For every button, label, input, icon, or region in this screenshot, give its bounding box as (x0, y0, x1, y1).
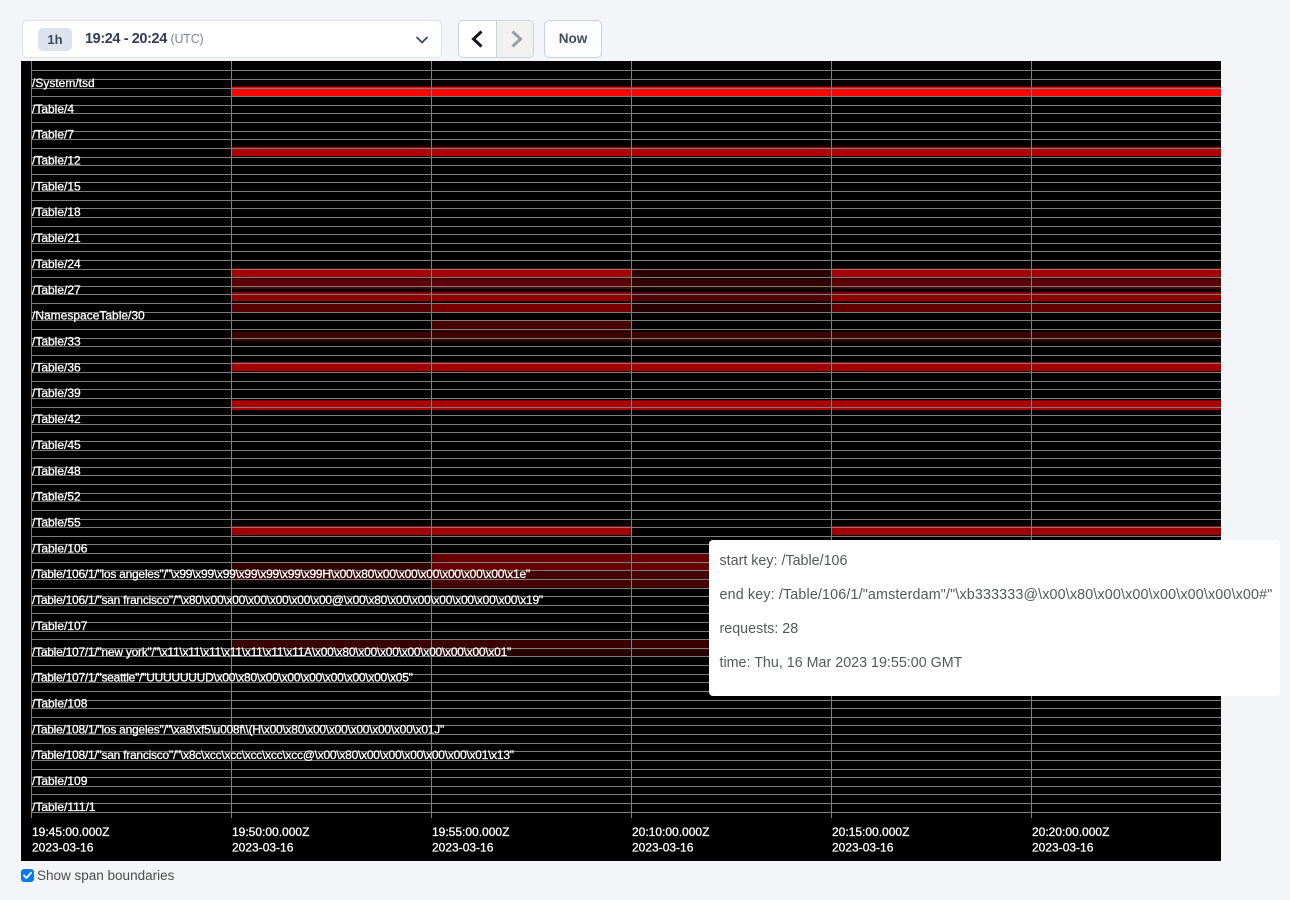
svg-text:/Table/45: /Table/45 (32, 438, 81, 452)
svg-text:/Table/111/1: /Table/111/1 (32, 800, 96, 814)
svg-text:20:15:00.000Z: 20:15:00.000Z (832, 825, 909, 839)
svg-text:/Table/12: /Table/12 (32, 154, 81, 168)
svg-text:/Table/107/1/"seattle"/"UUUUUU: /Table/107/1/"seattle"/"UUUUUUUD\x00\x80… (32, 671, 413, 685)
svg-text:19:50:00.000Z: 19:50:00.000Z (232, 825, 309, 839)
svg-text:/Table/109: /Table/109 (32, 774, 88, 788)
svg-text:/Table/108/1/"san francisco"/": /Table/108/1/"san francisco"/"\x8c\xcc\x… (32, 748, 514, 762)
svg-text:19:45:00.000Z: 19:45:00.000Z (32, 825, 109, 839)
svg-text:/Table/24: /Table/24 (32, 257, 81, 271)
svg-text:20:20:00.000Z: 20:20:00.000Z (1032, 825, 1109, 839)
svg-text:/Table/39: /Table/39 (32, 386, 81, 400)
svg-text:/Table/107: /Table/107 (32, 619, 88, 633)
svg-text:/Table/108/1/"los angeles"/"\x: /Table/108/1/"los angeles"/"\xa8\xf5\u00… (32, 722, 444, 736)
svg-text:2023-03-16: 2023-03-16 (432, 840, 494, 854)
svg-text:/Table/21: /Table/21 (32, 231, 81, 245)
svg-text:/Table/106: /Table/106 (32, 541, 88, 555)
svg-text:/Table/4: /Table/4 (32, 102, 74, 116)
svg-text:/Table/106/1/"los angeles"/"\x: /Table/106/1/"los angeles"/"\x99\x99\x99… (32, 567, 530, 581)
svg-text:/System/tsd: /System/tsd (32, 76, 95, 90)
svg-text:2023-03-16: 2023-03-16 (832, 840, 894, 854)
svg-text:/Table/18: /Table/18 (32, 205, 81, 219)
svg-text:2023-03-16: 2023-03-16 (232, 840, 294, 854)
svg-text:/Table/33: /Table/33 (32, 335, 81, 349)
svg-text:/Table/36: /Table/36 (32, 360, 81, 374)
svg-text:/Table/42: /Table/42 (32, 412, 81, 426)
svg-text:/Table/15: /Table/15 (32, 179, 81, 193)
svg-text:/Table/55: /Table/55 (32, 516, 81, 530)
svg-text:19:55:00.000Z: 19:55:00.000Z (432, 825, 509, 839)
svg-text:2023-03-16: 2023-03-16 (32, 840, 94, 854)
svg-text:/Table/106/1/"san francisco"/": /Table/106/1/"san francisco"/"\x80\x00\x… (32, 593, 543, 607)
svg-text:/Table/108: /Table/108 (32, 697, 88, 711)
svg-text:/Table/48: /Table/48 (32, 464, 81, 478)
svg-text:/Table/27: /Table/27 (32, 283, 81, 297)
svg-text:20:10:00.000Z: 20:10:00.000Z (632, 825, 709, 839)
svg-text:2023-03-16: 2023-03-16 (1032, 840, 1094, 854)
svg-text:/Table/52: /Table/52 (32, 490, 81, 504)
svg-text:/Table/7: /Table/7 (32, 128, 74, 142)
svg-text:/NamespaceTable/30: /NamespaceTable/30 (32, 309, 145, 323)
svg-text:2023-03-16: 2023-03-16 (632, 840, 694, 854)
svg-text:/Table/107/1/"new york"/"\x11\: /Table/107/1/"new york"/"\x11\x11\x11\x1… (32, 645, 511, 659)
